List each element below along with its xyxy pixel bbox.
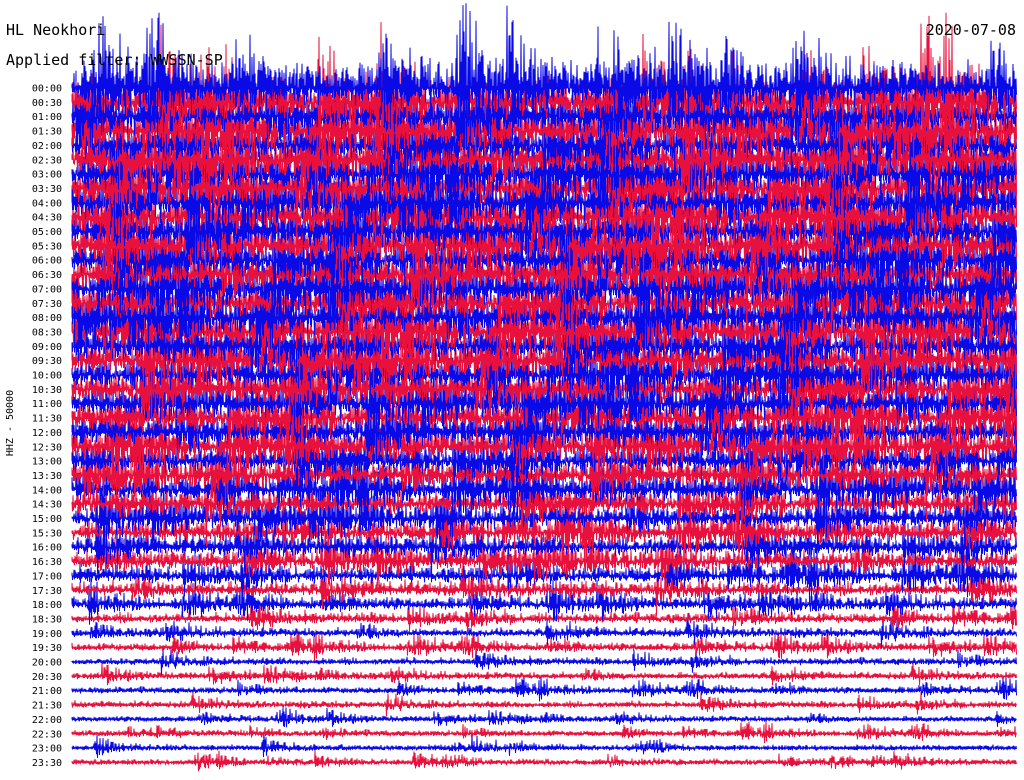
row-label: 00:00	[32, 84, 62, 95]
row-label: 15:30	[32, 528, 62, 539]
row-label: 15:00	[32, 514, 62, 525]
row-label: 07:00	[32, 284, 62, 295]
row-label: 01:30	[32, 127, 62, 138]
row-label: 17:00	[32, 571, 62, 582]
row-label: 06:30	[32, 270, 62, 281]
row-label: 07:30	[32, 299, 62, 310]
row-label: 13:00	[32, 457, 62, 468]
row-label: 13:30	[32, 471, 62, 482]
trace-2200	[71, 707, 1017, 728]
row-label: 01:00	[32, 112, 62, 123]
row-label: 11:30	[32, 414, 62, 425]
row-label: 10:00	[32, 371, 62, 382]
row-label: 19:00	[32, 629, 62, 640]
helicorder-plot: 00:00 00:30 01:00 01:30 02:00 02:30 03:00 03:30…	[32, 3, 1017, 772]
row-label: 03:00	[32, 170, 62, 181]
row-label: 04:30	[32, 213, 62, 224]
row-label: 14:00	[32, 485, 62, 496]
trace-2330	[71, 749, 1017, 772]
row-label: 12:30	[32, 442, 62, 453]
row-label: 21:00	[32, 686, 62, 697]
row-label: 09:00	[32, 342, 62, 353]
row-label: 16:30	[32, 557, 62, 568]
row-label: 14:30	[32, 500, 62, 511]
row-label: 06:00	[32, 256, 62, 267]
row-label: 17:30	[32, 586, 62, 597]
station-title: HL Neokhori	[6, 21, 106, 39]
row-label: 10:30	[32, 385, 62, 396]
row-label: 05:00	[32, 227, 62, 238]
row-label: 03:30	[32, 184, 62, 195]
row-label: 09:30	[32, 356, 62, 367]
row-label: 20:00	[32, 658, 62, 669]
date-label: 2020-07-08	[925, 21, 1016, 39]
row-label-group: 00:00 00:30 01:00 01:30 02:00 02:30 03:00 03:30…	[32, 84, 62, 769]
trace-group	[71, 3, 1017, 772]
row-label: 11:00	[32, 399, 62, 410]
row-label: 08:00	[32, 313, 62, 324]
row-label: 22:00	[32, 715, 62, 726]
trace-2230	[71, 721, 1017, 744]
row-label: 18:30	[32, 614, 62, 625]
row-label: 02:00	[32, 141, 62, 152]
trace-2300	[71, 732, 1017, 758]
filter-subtitle: Applied filter: WWSSN-SP	[6, 51, 223, 69]
row-label: 22:30	[32, 729, 62, 740]
row-label: 00:30	[32, 98, 62, 109]
row-label: 23:30	[32, 758, 62, 769]
row-label: 19:30	[32, 643, 62, 654]
row-label: 12:00	[32, 428, 62, 439]
row-label: 05:30	[32, 241, 62, 252]
row-label: 04:00	[32, 198, 62, 209]
row-label: 02:30	[32, 155, 62, 166]
row-label: 16:00	[32, 543, 62, 554]
row-label: 18:00	[32, 600, 62, 611]
y-axis-label: HHZ - 50000	[5, 389, 16, 457]
row-label: 21:30	[32, 701, 62, 712]
row-label: 20:30	[32, 672, 62, 683]
row-label: 08:30	[32, 327, 62, 338]
row-label: 23:00	[32, 744, 62, 755]
